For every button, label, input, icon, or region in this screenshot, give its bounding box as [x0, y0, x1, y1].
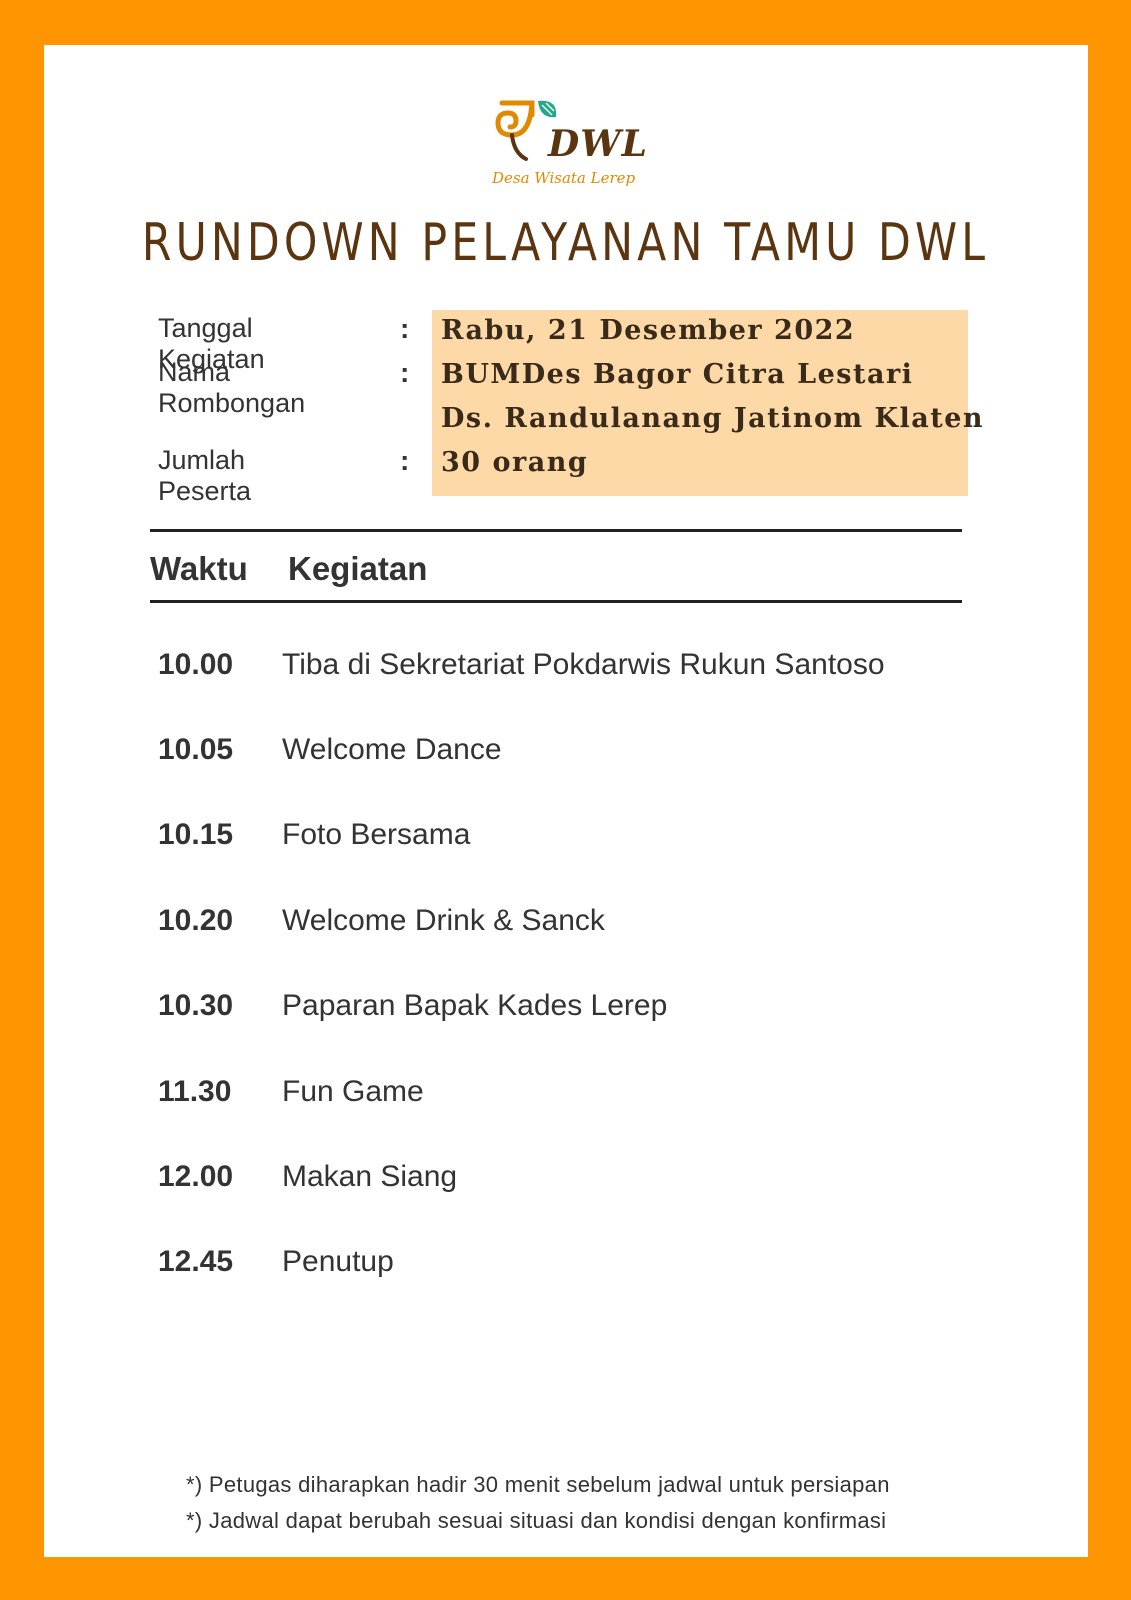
count-value: 30 orang: [441, 447, 589, 478]
row-time: 10.15: [158, 818, 234, 851]
group-value-line1: BUMDes Bagor Citra Lestari: [441, 359, 914, 390]
row-time: 10.00: [158, 648, 234, 681]
header-activity: Kegiatan: [288, 550, 428, 587]
count-label: Jumlah Peserta: [158, 445, 252, 506]
logo-mark-text: DWL: [548, 123, 648, 165]
row-activity: Welcome Drink & Sanck: [282, 904, 605, 937]
row-activity: Welcome Dance: [282, 733, 502, 766]
row-activity: Makan Siang: [282, 1160, 458, 1193]
row-time: 12.45: [158, 1245, 234, 1278]
row-time: 11.30: [158, 1075, 232, 1108]
date-colon: :: [400, 313, 410, 344]
row-time: 12.00: [158, 1160, 234, 1193]
footnote-2: *) Jadwal dapat berubah sesuai situasi d…: [186, 1508, 887, 1533]
page-title: RUNDOWN PELAYANAN TAMU DWL: [141, 213, 990, 273]
group-colon: :: [400, 357, 410, 388]
table-top-rule: [150, 529, 962, 532]
row-activity: Foto Bersama: [282, 818, 471, 851]
row-time: 10.30: [158, 989, 234, 1022]
logo-subtitle: Desa Wisata Lerep: [492, 169, 636, 187]
row-time: 10.05: [158, 733, 234, 766]
table-header-rule: [150, 600, 962, 603]
row-activity: Tiba di Sekretariat Pokdarwis Rukun Sant…: [282, 648, 885, 681]
header-time: Waktu: [150, 550, 248, 587]
date-value: Rabu, 21 Desember 2022: [441, 315, 856, 346]
row-activity: Penutup: [282, 1245, 394, 1278]
count-colon: :: [400, 445, 410, 476]
row-activity: Paparan Bapak Kades Lerep: [282, 989, 668, 1022]
row-time: 10.20: [158, 904, 234, 937]
group-label: Nama Rombongan: [158, 357, 306, 418]
footnote-1: *) Petugas diharapkan hadir 30 menit seb…: [186, 1472, 890, 1497]
group-value-line2: Ds. Randulanang Jatinom Klaten: [441, 403, 984, 434]
dwl-logo: DWL Desa Wisata Lerep: [492, 95, 672, 205]
document-page: DWL Desa Wisata Lerep RUNDOWN PELAYANAN …: [44, 45, 1088, 1557]
row-activity: Fun Game: [282, 1075, 424, 1108]
